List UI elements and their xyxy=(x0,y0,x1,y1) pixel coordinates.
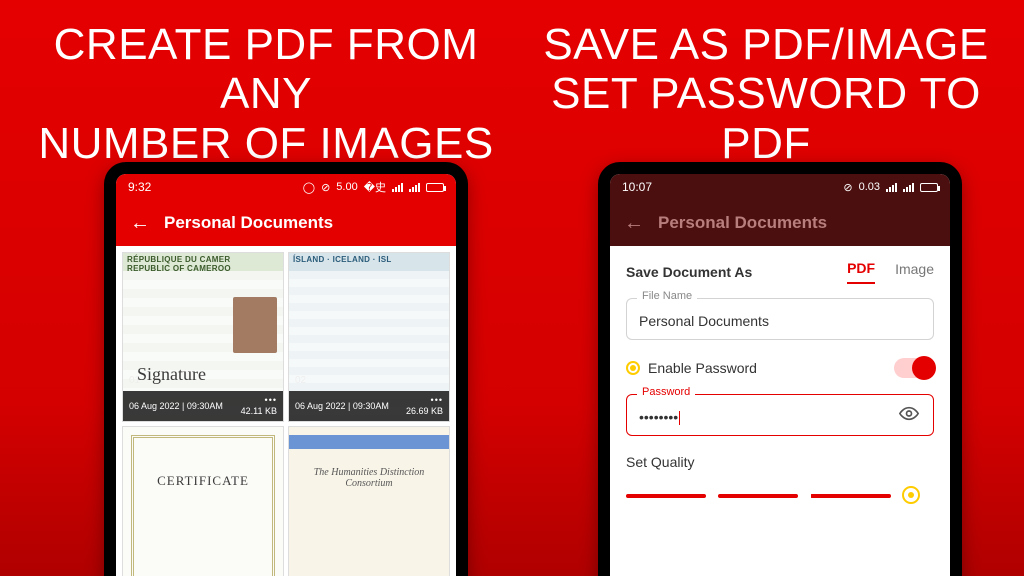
quality-slider[interactable] xyxy=(626,484,934,512)
tile-footer: 02 06 Aug 2022 | 09:30AM ••• 26.69 KB xyxy=(289,391,449,421)
document-tile[interactable]: CERTIFICATE xyxy=(122,426,284,576)
status-time: 9:32 xyxy=(128,180,151,194)
more-icon[interactable]: ••• xyxy=(431,395,443,406)
file-name-field[interactable]: File Name Personal Documents xyxy=(626,298,934,340)
save-as-label: Save Document As xyxy=(626,264,827,280)
set-quality-label: Set Quality xyxy=(626,454,694,470)
enable-password-label: Enable Password xyxy=(648,360,757,376)
headline-right-line1: Save as PDF/Image xyxy=(543,20,988,69)
format-tabs: Save Document As PDF Image xyxy=(626,260,934,284)
tile-index: 01 xyxy=(129,375,140,386)
statusbar: 10:07 ⊘ 0.03 xyxy=(610,174,950,200)
file-name-value: Personal Documents xyxy=(639,313,769,329)
back-icon[interactable]: ← xyxy=(130,213,150,233)
doc-header-line: RÉPUBLIQUE DU CAMER xyxy=(127,255,279,264)
signature-label: Signature xyxy=(137,364,206,385)
document-tile[interactable]: The Humanities Distinction Consortium xyxy=(288,426,450,576)
signal-icon-2 xyxy=(409,183,420,192)
headline-left-line2: number of images xyxy=(38,119,493,168)
phone-right-screen: 10:07 ⊘ 0.03 ← Personal Documents Save D… xyxy=(610,174,950,576)
appbar-title: Personal Documents xyxy=(658,213,827,233)
enable-password-toggle[interactable] xyxy=(894,358,934,378)
tile-size: 26.69 KB xyxy=(406,406,443,417)
tile-index: 02 xyxy=(295,375,306,386)
wifi-icon: �史 xyxy=(364,179,386,195)
tile-date: 06 Aug 2022 | 09:30AM xyxy=(129,401,223,412)
set-quality-section: Set Quality xyxy=(626,454,934,512)
tile-footer: 01 06 Aug 2022 | 09:30AM ••• 42.11 KB xyxy=(123,391,283,421)
appbar-dimmed: ← Personal Documents xyxy=(610,200,950,246)
back-icon: ← xyxy=(624,213,644,233)
phone-mock-right: 10:07 ⊘ 0.03 ← Personal Documents Save D… xyxy=(598,162,962,576)
certificate-title: CERTIFICATE xyxy=(123,473,283,489)
certificate-border xyxy=(131,435,275,576)
tab-pdf[interactable]: PDF xyxy=(847,260,875,284)
headline-right-line2: Set password to PDF xyxy=(551,69,981,167)
headline-left-line1: Create PDF from any xyxy=(54,20,479,118)
signal-icon xyxy=(392,183,403,192)
promo-stage: Create PDF from any number of images Sav… xyxy=(0,0,1024,576)
tab-image[interactable]: Image xyxy=(895,261,934,283)
document-tile[interactable]: RÉPUBLIQUE DU CAMER REPUBLIC OF CAMEROO … xyxy=(122,252,284,422)
phone-left-screen: 9:32 ◯ ⊘ 5.00 �史 ← Personal Documents xyxy=(116,174,456,576)
appbar-title: Personal Documents xyxy=(164,213,333,233)
dnd-icon: ⊘ xyxy=(321,181,330,194)
id-photo-placeholder xyxy=(233,297,277,353)
headline-left: Create PDF from any number of images xyxy=(26,20,506,168)
text-caret xyxy=(679,411,680,425)
signal-icon xyxy=(886,183,897,192)
save-dialog: Save Document As PDF Image File Name Per… xyxy=(610,246,950,576)
tile-date: 06 Aug 2022 | 09:30AM xyxy=(295,401,389,412)
data-usage: 0.03 xyxy=(859,181,880,193)
dnd-icon: ⊘ xyxy=(843,181,852,194)
statusbar: 9:32 ◯ ⊘ 5.00 �史 xyxy=(116,174,456,200)
battery-icon xyxy=(426,183,444,192)
password-legend: Password xyxy=(637,386,695,398)
bullet-icon xyxy=(626,361,640,375)
headset-icon: ◯ xyxy=(303,181,315,194)
status-icons: ⊘ 0.03 xyxy=(843,181,938,194)
file-name-legend: File Name xyxy=(637,290,697,302)
more-icon[interactable]: ••• xyxy=(265,395,277,406)
headline-right: Save as PDF/Image Set password to PDF xyxy=(536,20,996,168)
signal-icon-2 xyxy=(903,183,914,192)
appbar: ← Personal Documents xyxy=(116,200,456,246)
phone-mock-left: 9:32 ◯ ⊘ 5.00 �史 ← Personal Documents xyxy=(104,162,468,576)
tile-size: 42.11 KB xyxy=(241,406,277,417)
password-field[interactable]: Password •••••••• xyxy=(626,394,934,436)
award-script: The Humanities Distinction Consortium xyxy=(289,467,449,489)
doc-header-line: ÍSLAND · ICELAND · ISL xyxy=(293,255,445,264)
quality-thumb[interactable] xyxy=(902,486,920,504)
document-grid[interactable]: RÉPUBLIQUE DU CAMER REPUBLIC OF CAMEROO … xyxy=(116,246,456,576)
document-tile[interactable]: ÍSLAND · ICELAND · ISL 02 06 Aug 2022 | … xyxy=(288,252,450,422)
status-icons: ◯ ⊘ 5.00 �史 xyxy=(303,179,444,195)
data-usage: 5.00 xyxy=(336,181,357,193)
eye-icon[interactable] xyxy=(899,404,919,427)
enable-password-row: Enable Password xyxy=(626,358,934,378)
password-value: •••••••• xyxy=(639,409,678,425)
award-ribbon xyxy=(289,435,449,449)
status-time: 10:07 xyxy=(622,180,652,194)
battery-icon xyxy=(920,183,938,192)
